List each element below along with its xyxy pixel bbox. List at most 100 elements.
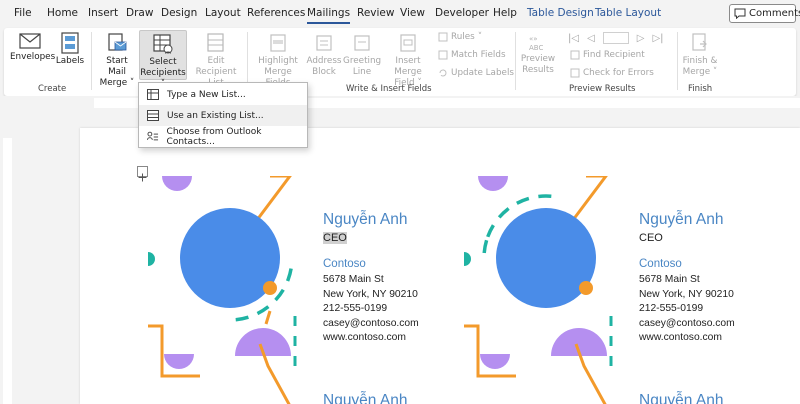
purple-half-circle bbox=[162, 176, 192, 191]
update-labels-button[interactable]: Update Labels bbox=[438, 68, 514, 78]
edit-recipient-list-button[interactable]: Edit Recipient List bbox=[190, 32, 242, 89]
orange-corner-stroke bbox=[464, 324, 516, 378]
envelopes-button[interactable]: Envelopes bbox=[10, 32, 55, 63]
business-card-right[interactable]: Nguyễn Anh CEO Contoso 5678 Main St New … bbox=[639, 211, 735, 346]
next-record-icon[interactable]: ▷ bbox=[637, 33, 645, 44]
last-record-icon[interactable]: ▷| bbox=[652, 33, 663, 44]
highlight-label: Highlight bbox=[258, 56, 298, 66]
tab-home[interactable]: Home bbox=[47, 7, 78, 19]
choose-outlook-contacts-label: Choose from Outlook Contacts... bbox=[166, 126, 262, 147]
mailings-ribbon: Envelopes Labels Create Start Mail Merge… bbox=[4, 28, 796, 96]
finish-label-2: Merge bbox=[682, 67, 711, 77]
next-card-name-left: Nguyễn Anh bbox=[323, 392, 408, 404]
new-list-icon bbox=[147, 89, 159, 100]
card-street: 5678 Main St bbox=[639, 274, 700, 285]
card-company: Contoso bbox=[639, 258, 682, 270]
labels-icon bbox=[61, 32, 79, 54]
preview-label-2: Results bbox=[522, 65, 554, 75]
business-card-left[interactable]: Nguyễn Anh CEO Contoso 5678 Main St New … bbox=[323, 211, 419, 346]
card-phone: 212-555-0199 bbox=[639, 303, 704, 314]
address-block-button[interactable]: Address Block bbox=[306, 32, 342, 78]
labels-button[interactable]: Labels bbox=[54, 32, 86, 67]
greeting-label-2: Line bbox=[352, 67, 372, 77]
select-recipients-icon bbox=[153, 34, 173, 54]
match-fields-icon bbox=[438, 50, 448, 60]
group-label-finish: Finish bbox=[688, 84, 713, 94]
tab-mailings[interactable]: Mailings bbox=[307, 7, 351, 24]
previous-record-icon[interactable]: ◁ bbox=[587, 33, 595, 44]
select-recipients-menu: Type a New List... Use an Existing List.… bbox=[138, 82, 308, 148]
contacts-icon bbox=[147, 131, 159, 141]
start-mail-merge-icon bbox=[108, 33, 127, 51]
tab-help[interactable]: Help bbox=[493, 7, 517, 19]
card-address: 5678 Main St New York, NY 90210 212-555-… bbox=[639, 273, 735, 346]
finish-merge-button[interactable]: Finish & Merge ˅ bbox=[680, 32, 720, 78]
existing-list-icon bbox=[147, 110, 159, 121]
use-existing-list-item[interactable]: Use an Existing List... bbox=[139, 105, 307, 126]
card-company: Contoso bbox=[323, 258, 366, 270]
purple-half-circle-2 bbox=[480, 354, 510, 369]
tab-design[interactable]: Design bbox=[161, 7, 197, 19]
first-record-icon[interactable]: |◁ bbox=[568, 33, 579, 44]
choose-outlook-contacts-item[interactable]: Choose from Outlook Contacts... bbox=[139, 126, 307, 147]
tab-developer[interactable]: Developer bbox=[435, 7, 489, 19]
tab-view[interactable]: View bbox=[400, 7, 425, 19]
tab-table-layout[interactable]: Table Layout bbox=[595, 7, 661, 19]
preview-results-button[interactable]: «» ABC Preview Results bbox=[518, 32, 558, 76]
record-navigation: |◁ ◁ ▷ ▷| bbox=[568, 32, 664, 44]
finish-label: Finish & bbox=[682, 56, 718, 66]
tab-references[interactable]: References bbox=[247, 7, 305, 19]
card-role: CEO bbox=[323, 232, 419, 244]
tab-draw[interactable]: Draw bbox=[126, 7, 153, 19]
tab-layout[interactable]: Layout bbox=[205, 7, 241, 19]
next-card-name-right: Nguyễn Anh bbox=[639, 392, 724, 404]
tab-file[interactable]: File bbox=[14, 7, 32, 19]
select-recipients-button[interactable]: Select Recipients ˅ bbox=[139, 30, 187, 89]
orange-dot bbox=[263, 281, 277, 295]
address-label: Address bbox=[306, 56, 342, 66]
check-errors-icon bbox=[570, 68, 580, 78]
type-new-list-item[interactable]: Type a New List... bbox=[139, 84, 307, 105]
ribbon-tab-bar: File Home Insert Draw Design Layout Refe… bbox=[0, 0, 800, 28]
rules-button[interactable]: Rules ˅ bbox=[438, 32, 482, 42]
find-recipient-button[interactable]: Find Recipient bbox=[570, 50, 645, 60]
group-separator bbox=[677, 32, 678, 90]
finish-merge-icon bbox=[692, 33, 707, 51]
blue-circle bbox=[496, 208, 596, 308]
card-street: 5678 Main St bbox=[323, 274, 384, 285]
insert-merge-field-button[interactable]: Insert Merge Field ˅ bbox=[382, 32, 434, 89]
preview-label: Preview bbox=[520, 54, 556, 64]
tab-review[interactable]: Review bbox=[357, 7, 394, 19]
use-existing-list-label: Use an Existing List... bbox=[167, 110, 264, 121]
comments-label: Comments bbox=[749, 8, 800, 19]
insert-field-label: Insert Merge bbox=[394, 56, 422, 77]
address-block-icon bbox=[316, 35, 332, 51]
card-email: casey@contoso.com bbox=[323, 317, 419, 329]
envelopes-label: Envelopes bbox=[10, 52, 56, 62]
greeting-label: Greeting bbox=[343, 56, 382, 66]
table-move-handle[interactable] bbox=[137, 166, 148, 182]
check-errors-button[interactable]: Check for Errors bbox=[570, 68, 654, 78]
document-page: Nguyễn Anh CEO Contoso 5678 Main St New … bbox=[80, 128, 800, 404]
card-city: New York, NY 90210 bbox=[639, 288, 734, 300]
greeting-line-button[interactable]: Greeting Line bbox=[343, 32, 381, 78]
rules-label: Rules bbox=[451, 32, 475, 42]
edit-list-label: Edit bbox=[207, 56, 225, 66]
record-number-input[interactable] bbox=[602, 32, 629, 44]
start-mail-merge-button[interactable]: Start Mail Merge ˅ bbox=[96, 32, 138, 89]
select-recipients-label: Select bbox=[149, 57, 177, 67]
group-separator bbox=[91, 32, 92, 90]
orange-dot bbox=[579, 281, 593, 295]
card-email: casey@contoso.com bbox=[639, 317, 735, 329]
purple-half-circle-2 bbox=[164, 354, 194, 369]
select-recipients-label-2: Recipients bbox=[140, 68, 186, 78]
greeting-line-icon bbox=[354, 35, 370, 51]
tab-table-design[interactable]: Table Design bbox=[527, 7, 594, 19]
card-web: www.contoso.com bbox=[639, 332, 722, 343]
highlight-merge-fields-button[interactable]: Highlight Merge Fields bbox=[252, 32, 304, 89]
card-phone: 212-555-0199 bbox=[323, 303, 388, 314]
find-recipient-icon bbox=[570, 50, 580, 60]
comments-button[interactable]: Comments bbox=[729, 4, 800, 23]
tab-insert[interactable]: Insert bbox=[88, 7, 118, 19]
match-fields-button[interactable]: Match Fields bbox=[438, 50, 506, 60]
